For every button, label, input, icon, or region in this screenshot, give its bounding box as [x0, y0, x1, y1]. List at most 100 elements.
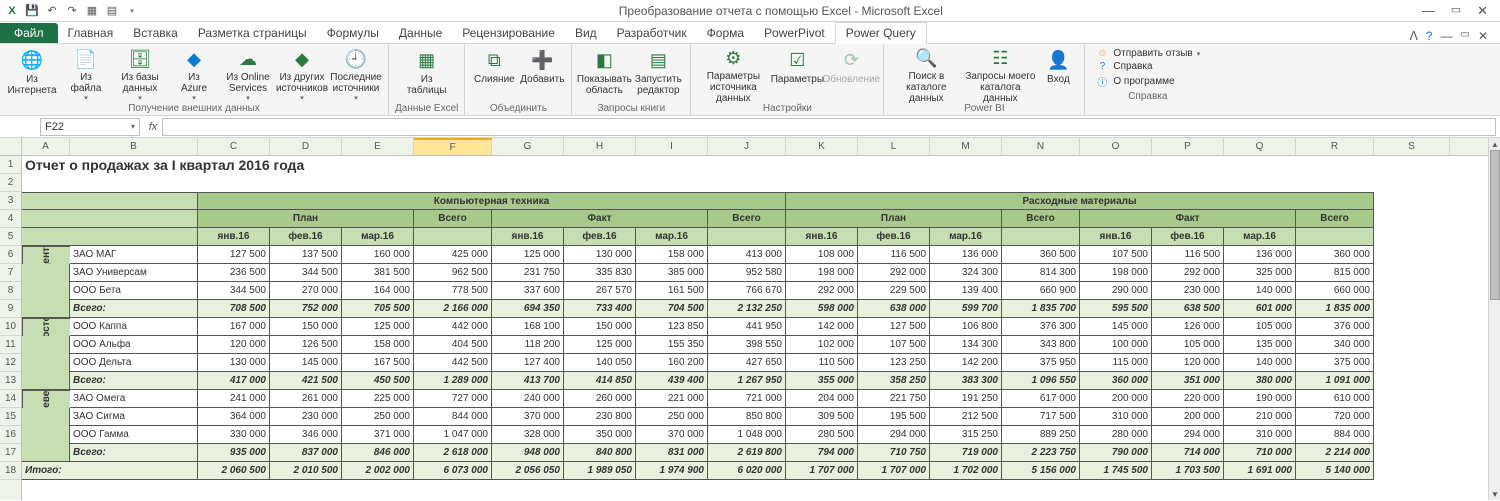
company-cell[interactable]: ЗАО Универсам [70, 264, 198, 282]
subtotal-label[interactable]: Всего: [70, 300, 198, 318]
from-file-button[interactable]: 📄Изфайла▾ [60, 46, 112, 102]
cell[interactable] [22, 264, 70, 282]
cell[interactable]: План [198, 210, 414, 228]
cell[interactable]: Расходные материалы [786, 192, 1374, 210]
cell[interactable]: 140 050 [564, 354, 636, 372]
cell[interactable]: 280 000 [1080, 426, 1152, 444]
cell[interactable]: 335 830 [564, 264, 636, 282]
cell[interactable] [22, 444, 70, 462]
cell[interactable]: 337 600 [492, 282, 564, 300]
cell[interactable]: 935 000 [198, 444, 270, 462]
cell[interactable]: 1 702 000 [930, 462, 1002, 480]
cell[interactable]: 814 300 [1002, 264, 1080, 282]
cell[interactable]: 229 500 [858, 282, 930, 300]
cell[interactable]: 127 400 [492, 354, 564, 372]
row-header[interactable]: 3 [0, 192, 21, 210]
cell[interactable]: 125 000 [564, 336, 636, 354]
cell[interactable]: 100 000 [1080, 336, 1152, 354]
col-header[interactable]: G [492, 138, 564, 155]
cell[interactable]: 962 500 [414, 264, 492, 282]
cell[interactable]: 107 500 [1080, 246, 1152, 264]
sign-in-button[interactable]: 👤Вход [1038, 46, 1078, 102]
cell[interactable]: 310 000 [1080, 408, 1152, 426]
cell[interactable]: 381 500 [342, 264, 414, 282]
cell[interactable]: 794 000 [786, 444, 858, 462]
cell[interactable] [1296, 228, 1374, 246]
cell[interactable]: 1 096 550 [1002, 372, 1080, 390]
cell[interactable]: 136 000 [1224, 246, 1296, 264]
cell[interactable]: 595 500 [1080, 300, 1152, 318]
cell[interactable]: 417 000 [198, 372, 270, 390]
cell[interactable]: 240 000 [492, 390, 564, 408]
cell[interactable]: 191 250 [930, 390, 1002, 408]
cell[interactable]: Факт [492, 210, 708, 228]
col-header[interactable]: C [198, 138, 270, 155]
cell[interactable]: янв.16 [198, 228, 270, 246]
from-other-button[interactable]: ◆Из другихисточников▾ [276, 46, 328, 102]
company-cell[interactable]: ЗАО Омега [70, 390, 198, 408]
cell[interactable]: 371 000 [342, 426, 414, 444]
cell[interactable]: 158 000 [636, 246, 708, 264]
cell[interactable]: 1 707 000 [858, 462, 930, 480]
cell[interactable]: 241 000 [198, 390, 270, 408]
cell[interactable] [22, 372, 70, 390]
cell[interactable]: Всего [1296, 210, 1374, 228]
cell[interactable]: 721 000 [708, 390, 786, 408]
cell[interactable]: 126 500 [270, 336, 342, 354]
tab-view[interactable]: Вид [565, 23, 607, 43]
row-header[interactable]: 10 [0, 318, 21, 336]
cells-area[interactable]: Отчет о продажах за I квартал 2016 годаК… [22, 156, 1500, 480]
cell[interactable]: 160 200 [636, 354, 708, 372]
cell[interactable]: 130 000 [198, 354, 270, 372]
cell[interactable]: 598 000 [786, 300, 858, 318]
cell[interactable]: 292 000 [858, 264, 930, 282]
cell[interactable]: 145 000 [1080, 318, 1152, 336]
region-label[interactable]: Центр [22, 246, 70, 264]
cell[interactable]: 120 000 [198, 336, 270, 354]
cell[interactable]: 309 500 [786, 408, 858, 426]
cell[interactable]: мар.16 [1224, 228, 1296, 246]
cell[interactable]: 1 745 500 [1080, 462, 1152, 480]
tab-powerpivot[interactable]: PowerPivot [754, 23, 835, 43]
cell[interactable]: 1 691 000 [1224, 462, 1296, 480]
cell[interactable]: 5 140 000 [1296, 462, 1374, 480]
cell[interactable]: 815 000 [1296, 264, 1374, 282]
cell[interactable]: 710 000 [1224, 444, 1296, 462]
cell[interactable]: 344 500 [198, 282, 270, 300]
row-header[interactable]: 7 [0, 264, 21, 282]
cell[interactable]: 230 000 [270, 408, 342, 426]
data-source-settings-button[interactable]: ⚙Параметрыисточника данных [697, 46, 769, 102]
col-header[interactable]: E [342, 138, 414, 155]
qat-ext1-icon[interactable]: ▦ [84, 3, 100, 19]
cell[interactable]: 198 000 [1080, 264, 1152, 282]
win-restore-button[interactable]: ▭ [1451, 3, 1461, 19]
cell[interactable] [414, 228, 492, 246]
tab-insert[interactable]: Вставка [123, 23, 188, 43]
help-icon[interactable]: ? [1426, 29, 1433, 43]
cell[interactable]: 5 156 000 [1002, 462, 1080, 480]
cell[interactable]: 375 950 [1002, 354, 1080, 372]
cell[interactable]: 2 056 050 [492, 462, 564, 480]
redo-icon[interactable]: ↷ [64, 3, 80, 19]
cell[interactable]: 107 500 [858, 336, 930, 354]
cell[interactable]: 1 091 000 [1296, 372, 1374, 390]
col-header[interactable]: K [786, 138, 858, 155]
cell[interactable]: фев.16 [858, 228, 930, 246]
cell[interactable]: 250 000 [636, 408, 708, 426]
cell[interactable]: 200 000 [1080, 390, 1152, 408]
help-button[interactable]: ?Справка [1095, 61, 1200, 72]
cell[interactable]: 267 570 [564, 282, 636, 300]
cell[interactable]: 1 989 050 [564, 462, 636, 480]
cell[interactable]: 115 000 [1080, 354, 1152, 372]
select-all-corner[interactable] [0, 138, 21, 156]
cell[interactable]: 441 950 [708, 318, 786, 336]
cell[interactable]: 610 000 [1296, 390, 1374, 408]
cell[interactable]: Всего [1002, 210, 1080, 228]
cell[interactable] [22, 228, 198, 246]
cell[interactable]: 766 670 [708, 282, 786, 300]
cell[interactable]: 351 000 [1152, 372, 1224, 390]
cell[interactable]: 315 250 [930, 426, 1002, 444]
cell[interactable]: 108 000 [786, 246, 858, 264]
company-cell[interactable]: ООО Гамма [70, 426, 198, 444]
cell[interactable]: 142 000 [786, 318, 858, 336]
